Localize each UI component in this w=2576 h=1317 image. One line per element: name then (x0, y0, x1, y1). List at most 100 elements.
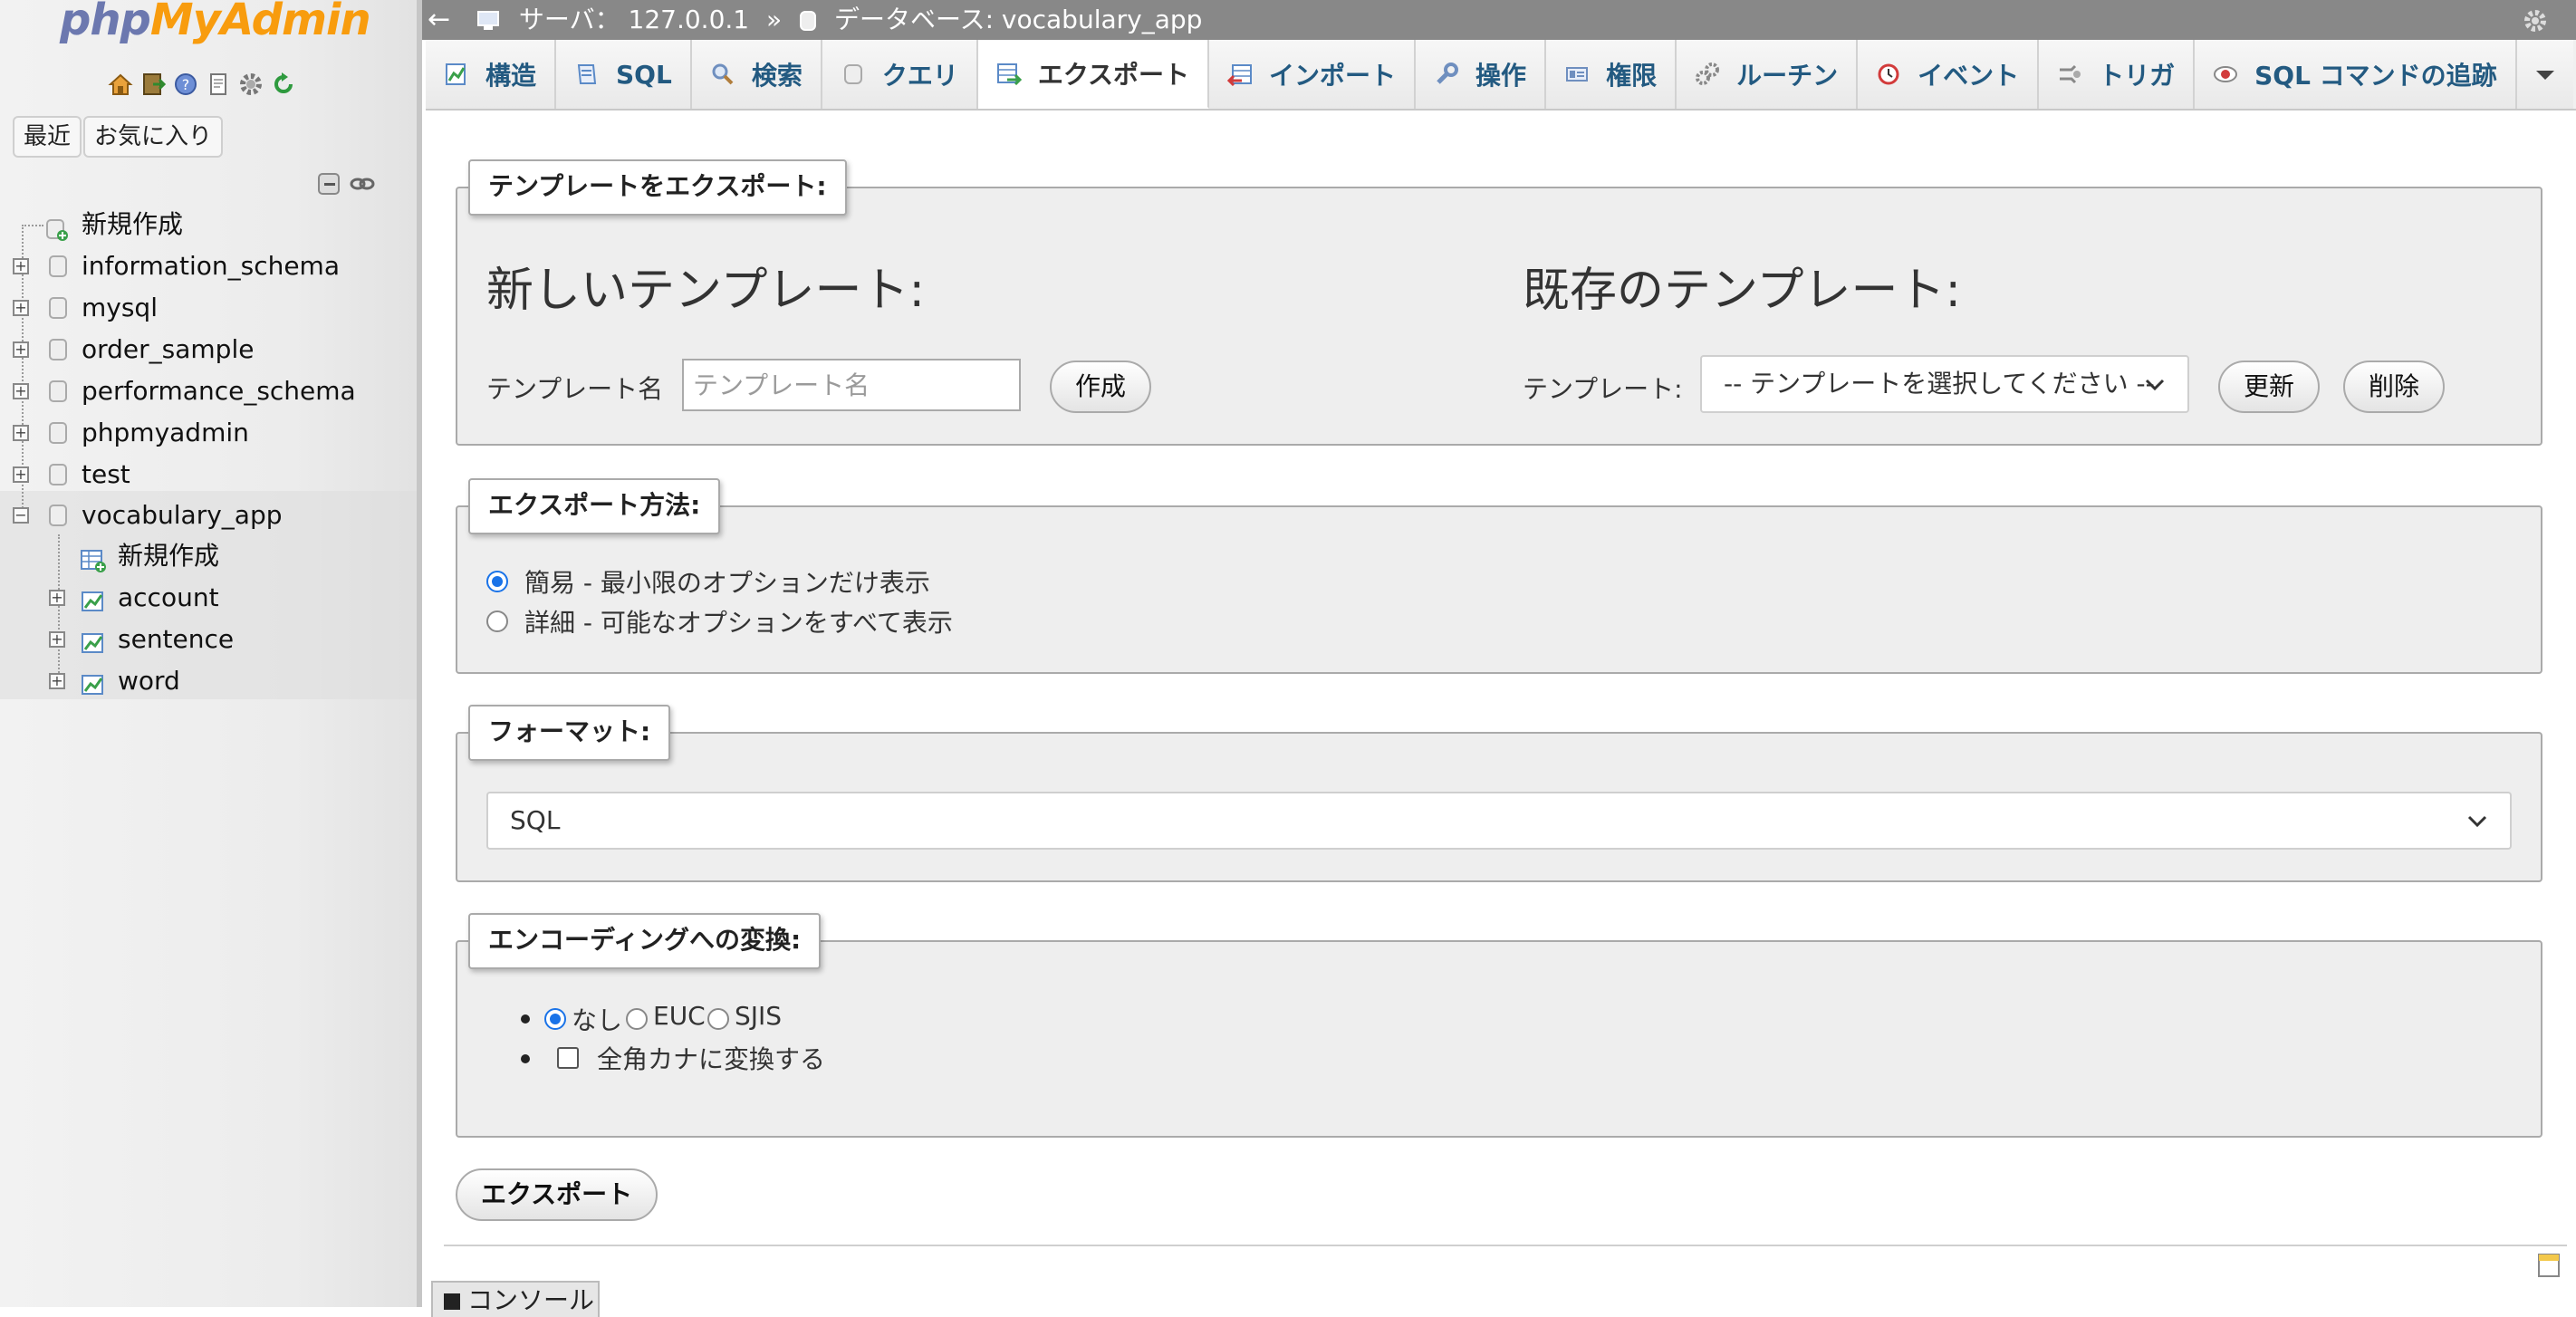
help-icon[interactable]: ? (172, 71, 199, 98)
create-template-button[interactable]: 作成 (1050, 360, 1152, 413)
tree-item-new[interactable]: 新規作成 (0, 205, 417, 245)
more-tabs-button[interactable] (2516, 40, 2573, 109)
tree-table-sentence[interactable]: + sentence (0, 620, 417, 659)
quick-export-label[interactable]: 簡易 - 最小限のオプションだけ表示 (524, 563, 930, 600)
template-select-value: -- テンプレートを選択してください -- (1724, 369, 2155, 399)
expand-icon[interactable]: + (13, 466, 29, 483)
encoding-none-label[interactable]: なし (572, 1001, 622, 1037)
exit-icon[interactable] (139, 71, 167, 98)
breadcrumb-database[interactable]: データベース: vocabulary_app (834, 5, 1202, 34)
tab-privileges[interactable]: 権限 (1546, 40, 1677, 109)
expand-icon[interactable]: + (13, 383, 29, 399)
quick-export-radio[interactable] (486, 571, 508, 592)
tree-item-label: vocabulary_app (82, 500, 283, 530)
tab-label: インポート (1269, 61, 1397, 91)
page-settings-icon[interactable] (2536, 1252, 2563, 1283)
events-icon (1876, 62, 1901, 87)
custom-export-radio[interactable] (486, 610, 508, 632)
collapse-all-icon[interactable] (317, 170, 342, 199)
privileges-icon (1564, 62, 1590, 87)
expand-icon[interactable]: + (49, 673, 65, 689)
tree-item-label: mysql (82, 293, 158, 322)
tab-label: イベント (1918, 61, 2020, 91)
encoding-sjis-label[interactable]: SJIS (735, 1001, 782, 1031)
tree-db-vocabulary-app[interactable]: − vocabulary_app (0, 495, 417, 535)
tab-routines[interactable]: ルーチン (1677, 40, 1859, 109)
tab-structure[interactable]: 構造 (426, 40, 557, 109)
chevron-down-icon (2144, 357, 2166, 411)
template-select[interactable]: -- テンプレートを選択してください -- (1700, 355, 2189, 413)
template-name-input[interactable] (682, 359, 1021, 411)
export-button[interactable]: エクスポート (456, 1168, 658, 1221)
tree-db-order-sample[interactable]: + order_sample (0, 330, 417, 370)
expand-icon[interactable]: + (13, 341, 29, 358)
tree-db-information-schema[interactable]: + information_schema (0, 246, 417, 286)
tab-sql[interactable]: SQL (556, 40, 692, 109)
tree-table-account[interactable]: + account (0, 578, 417, 618)
reload-icon[interactable] (270, 71, 297, 98)
tree-db-phpmyadmin[interactable]: + phpmyadmin (0, 413, 417, 453)
tab-events[interactable]: イベント (1858, 40, 2040, 109)
query-icon (841, 62, 866, 87)
tree-table-word[interactable]: + word (0, 661, 417, 701)
encoding-euc-label[interactable]: EUC (653, 1001, 706, 1031)
chevron-down-icon (2533, 60, 2557, 90)
settings-icon[interactable] (2522, 0, 2549, 40)
encoding-none-radio[interactable] (544, 1008, 566, 1030)
collapse-icon[interactable]: − (13, 507, 29, 524)
tab-operations[interactable]: 操作 (1416, 40, 1547, 109)
encoding-euc-radio[interactable] (626, 1008, 648, 1030)
tab-search[interactable]: 検索 (691, 40, 822, 109)
encoding-sjis-radio[interactable] (707, 1008, 729, 1030)
tree-item-label: account (118, 582, 219, 612)
tree-db-performance-schema[interactable]: + performance_schema (0, 371, 417, 411)
tab-label: ルーチン (1736, 61, 1839, 91)
tree-item-label: sentence (118, 624, 235, 654)
existing-template-heading: 既存のテンプレート: (1523, 264, 1961, 318)
docs-icon[interactable] (205, 71, 232, 98)
console-label: コンソール (467, 1285, 595, 1315)
home-icon[interactable] (107, 71, 134, 98)
console-tab[interactable]: コンソール (431, 1281, 600, 1317)
tab-tracking[interactable]: SQL コマンドの追跡 (2195, 40, 2517, 109)
database-icon (49, 505, 67, 526)
update-template-button[interactable]: 更新 (2218, 360, 2321, 413)
kana-convert-checkbox[interactable] (557, 1047, 579, 1069)
recent-tables-button[interactable]: 最近 (13, 116, 82, 158)
tab-label: 操作 (1475, 61, 1527, 91)
kana-convert-label[interactable]: 全角カナに変換する (597, 1040, 825, 1076)
database-icon (49, 422, 67, 444)
logo-php-text: php (60, 0, 151, 45)
server-icon (476, 5, 510, 34)
tab-import[interactable]: インポート (1209, 40, 1417, 109)
tree-db-test[interactable]: + test (0, 455, 417, 495)
format-select[interactable]: SQL (486, 792, 2512, 850)
tree-item-label: word (118, 666, 180, 696)
tab-label: SQL コマンドの追跡 (2254, 61, 2497, 91)
breadcrumb-server[interactable]: サーバ： 127.0.0.1 (519, 5, 749, 34)
tree-item-label: 新規作成 (82, 209, 184, 239)
tree-item-new-table[interactable]: 新規作成 (0, 536, 417, 576)
tab-query[interactable]: クエリ (822, 40, 978, 109)
settings-icon[interactable] (237, 71, 264, 98)
custom-export-label[interactable]: 詳細 - 可能なオプションをすべて表示 (524, 603, 953, 639)
delete-template-button[interactable]: 削除 (2343, 360, 2446, 413)
search-icon (710, 62, 735, 87)
tree-db-mysql[interactable]: + mysql (0, 288, 417, 328)
breadcrumb: サーバ： 127.0.0.1 » データベース: vocabulary_app (476, 0, 1211, 40)
expand-icon[interactable]: + (13, 425, 29, 441)
expand-icon[interactable]: + (13, 258, 29, 274)
expand-icon[interactable]: + (49, 631, 65, 648)
collapse-sidebar-icon[interactable]: ← (428, 0, 450, 40)
expand-icon[interactable]: + (49, 590, 65, 606)
tab-export[interactable]: エクスポート (977, 40, 1210, 109)
format-select-value: SQL (510, 805, 561, 835)
expand-icon[interactable]: + (13, 300, 29, 316)
link-with-main-icon[interactable] (350, 170, 375, 199)
favorite-tables-button[interactable]: お気に入り (83, 116, 224, 158)
tree-item-label: order_sample (82, 334, 255, 364)
tab-triggers[interactable]: トリガ (2039, 40, 2196, 109)
tree-controls (317, 170, 375, 199)
export-method-fieldset: エクスポート方法: 簡易 - 最小限のオプションだけ表示 詳細 - 可能なオプシ… (456, 478, 2542, 674)
phpmyadmin-logo[interactable]: phpMyAdmin (60, 0, 371, 45)
